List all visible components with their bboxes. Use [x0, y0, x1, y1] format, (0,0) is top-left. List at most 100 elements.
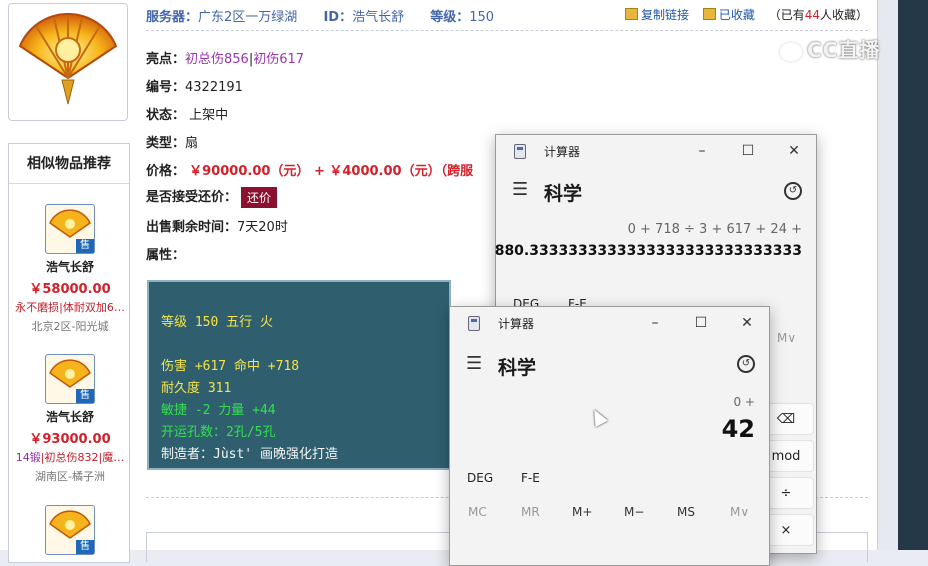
memory-clear-button[interactable]: MC	[468, 505, 487, 519]
id-value: 浩气长舒	[352, 10, 405, 25]
attr-maker: 制造者：Jùst' 画晚强化打造	[161, 447, 338, 462]
server-value: 广东2区一万绿湖	[198, 10, 298, 25]
highlight-label: 亮点：	[146, 52, 186, 67]
stream-watermark: CC直播	[778, 34, 880, 63]
status-label: 状态：	[146, 108, 186, 123]
maximize-button[interactable]: ☐	[736, 140, 760, 162]
maximize-button[interactable]: ☐	[689, 312, 713, 334]
title-bar[interactable]: 计算器 – ☐ ✕	[496, 135, 816, 167]
status-row: 状态： 上架中	[146, 104, 228, 123]
attr-damage-hit: 伤害 +617 命中 +718	[161, 359, 300, 374]
attr-sockets: 开运孔数：2孔/5孔	[161, 425, 276, 440]
item-thumbnail[interactable]: 售	[45, 505, 95, 555]
window-title: 计算器	[498, 317, 535, 331]
status-value: 上架中	[189, 108, 229, 123]
similar-item-server: 北京2区-阳光城	[31, 320, 109, 333]
fe-button[interactable]: F-E	[521, 471, 540, 485]
highlight-tag-1[interactable]: 初总伤856	[185, 52, 249, 67]
history-icon[interactable]: ↺	[737, 355, 755, 373]
similar-item-server: 湖南区-橘子洲	[35, 470, 105, 483]
minimize-button[interactable]: –	[643, 312, 667, 334]
id-label: ID：	[323, 10, 353, 25]
attr-agility-strength: 敏捷 -2 力量 +44	[161, 403, 276, 418]
remaining-time-row: 出售剩余时间：7天20时	[146, 216, 288, 235]
result-display: 880.3333333333333333333333333333	[494, 243, 802, 259]
similar-item-name[interactable]: 浩气长舒	[9, 258, 131, 275]
memory-add-button[interactable]: M+	[572, 505, 592, 519]
type-value: 扇	[185, 136, 199, 151]
attributes-panel: 等级 150 五行 火 伤害 +617 命中 +718 耐久度 311 敏捷 -…	[147, 280, 451, 470]
similar-item-desc: 永不磨损|体耐双加6…	[15, 301, 125, 314]
highlight-row: 亮点：初总伤856|初伤617	[146, 52, 305, 67]
memory-dropdown-button[interactable]: M∨	[730, 505, 749, 519]
highlight-tag-2[interactable]: 初伤617	[253, 52, 304, 67]
type-row: 类型：扇	[146, 132, 198, 151]
copy-link-button[interactable]: 复制链接	[625, 8, 689, 22]
attr-level-element: 等级 150 五行 火	[161, 315, 273, 330]
memory-recall-button[interactable]: MR	[521, 505, 540, 519]
number-row: 编号：4322191	[146, 76, 243, 95]
similar-item-card[interactable]: 售 浩气长舒 ￥93000.00 14锻|初总伤832|魔… 湖南区-橘子洲	[9, 354, 131, 484]
favorite-label: 已收藏	[718, 8, 755, 22]
attr-durability: 耐久度 311	[161, 381, 232, 396]
cc-logo-icon	[778, 40, 804, 63]
copy-link-label: 复制链接	[641, 8, 690, 22]
calculator-mode: 科学	[498, 357, 537, 379]
attributes-row: 属性：	[146, 244, 185, 263]
calculator-app-icon	[514, 144, 526, 159]
similar-item-name[interactable]: 浩气长舒	[9, 408, 131, 425]
item-thumbnail[interactable]: 售	[45, 354, 95, 404]
favorite-count-number: 44	[804, 8, 820, 22]
similar-item-desc: 14锻|初总伤832|魔…	[15, 451, 125, 464]
number-label: 编号：	[146, 80, 186, 95]
counter-offer-button[interactable]: 还价	[241, 187, 278, 208]
title-bar[interactable]: 计算器 – ☐ ✕	[450, 307, 769, 339]
attributes-label: 属性：	[146, 248, 186, 263]
server-label: 服务器：	[146, 10, 199, 25]
item-image-fan	[8, 3, 128, 121]
type-label: 类型：	[146, 136, 186, 151]
counter-offer-label: 是否接受还价：	[146, 190, 238, 205]
expression-display: 0 +	[733, 395, 755, 409]
menu-icon[interactable]: ☰	[466, 353, 482, 374]
memory-subtract-button[interactable]: M−	[624, 505, 644, 519]
similar-items-sidebar: 相似物品推荐 售 浩气长舒 ￥58000.00 永不磨损|体耐双加6… 北京2区…	[8, 143, 130, 563]
for-sale-badge: 售	[76, 540, 94, 554]
calculator-mode: 科学	[544, 183, 583, 205]
expression-display: 0 + 718 ÷ 3 + 617 + 24 +	[627, 222, 802, 237]
memory-dropdown-button[interactable]: M∨	[777, 331, 796, 345]
similar-item-price: ￥58000.00	[29, 282, 111, 297]
level-value: 150	[469, 10, 495, 25]
memory-store-button[interactable]: MS	[677, 505, 695, 519]
for-sale-badge: 售	[76, 239, 94, 253]
minimize-button[interactable]: –	[690, 140, 714, 162]
similar-item-card[interactable]: 售 浩气长舒 ￥58000.00 永不磨损|体耐双加6… 北京2区-阳光城	[9, 204, 131, 334]
level-label: 等级：	[430, 10, 470, 25]
remaining-time-value: 7天20时	[237, 220, 288, 235]
similar-item-card[interactable]: 售	[9, 505, 131, 555]
result-display: 42	[721, 415, 755, 443]
golden-fan-icon	[18, 13, 118, 105]
similar-items-title: 相似物品推荐	[9, 144, 129, 184]
page-right-margin	[878, 0, 928, 550]
close-button[interactable]: ✕	[782, 140, 806, 162]
favorite-button[interactable]: 已收藏	[702, 8, 755, 22]
price-label: 价格：	[146, 164, 186, 179]
favorite-folder-icon	[702, 8, 716, 20]
item-actions: 复制链接 已收藏 （已有44人收藏）	[615, 6, 868, 23]
copy-link-icon	[625, 8, 638, 20]
item-thumbnail[interactable]: 售	[45, 204, 95, 254]
price-value: ￥90000.00（元） + ￥4000.00（元）（跨服	[189, 164, 474, 179]
history-icon[interactable]: ↺	[784, 182, 802, 200]
close-button[interactable]: ✕	[735, 312, 759, 334]
calculator-window-front[interactable]: 计算器 – ☐ ✕ ☰ 科学 ↺ 0 + 42 DEG F-E MC MR M+…	[449, 306, 770, 566]
menu-icon[interactable]: ☰	[512, 179, 528, 200]
remaining-time-label: 出售剩余时间：	[146, 220, 238, 235]
calculator-app-icon	[468, 316, 480, 331]
similar-item-price: ￥93000.00	[29, 432, 111, 447]
window-title: 计算器	[544, 145, 581, 159]
counter-offer-row: 是否接受还价： 还价	[146, 186, 278, 208]
item-info-bar: 服务器：广东2区一万绿湖 ID：浩气长舒 等级：150 复制链接 已收藏 （已有…	[146, 6, 868, 26]
deg-button[interactable]: DEG	[467, 471, 493, 485]
price-row: 价格： ￥90000.00（元） + ￥4000.00（元）（跨服	[146, 160, 473, 179]
